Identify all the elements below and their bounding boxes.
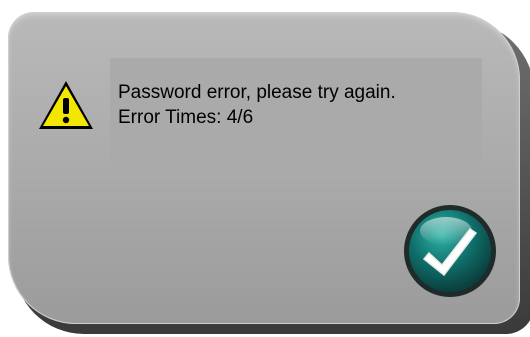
error-message: Password error, please try again. Error … [118, 80, 396, 130]
warning-icon [39, 81, 93, 129]
screen: Password error, please try again. Error … [0, 0, 530, 337]
error-count: Error Times: 4/6 [118, 107, 254, 128]
error-message-line1: Password error, please try again. [118, 82, 396, 103]
confirm-button[interactable] [402, 203, 498, 299]
